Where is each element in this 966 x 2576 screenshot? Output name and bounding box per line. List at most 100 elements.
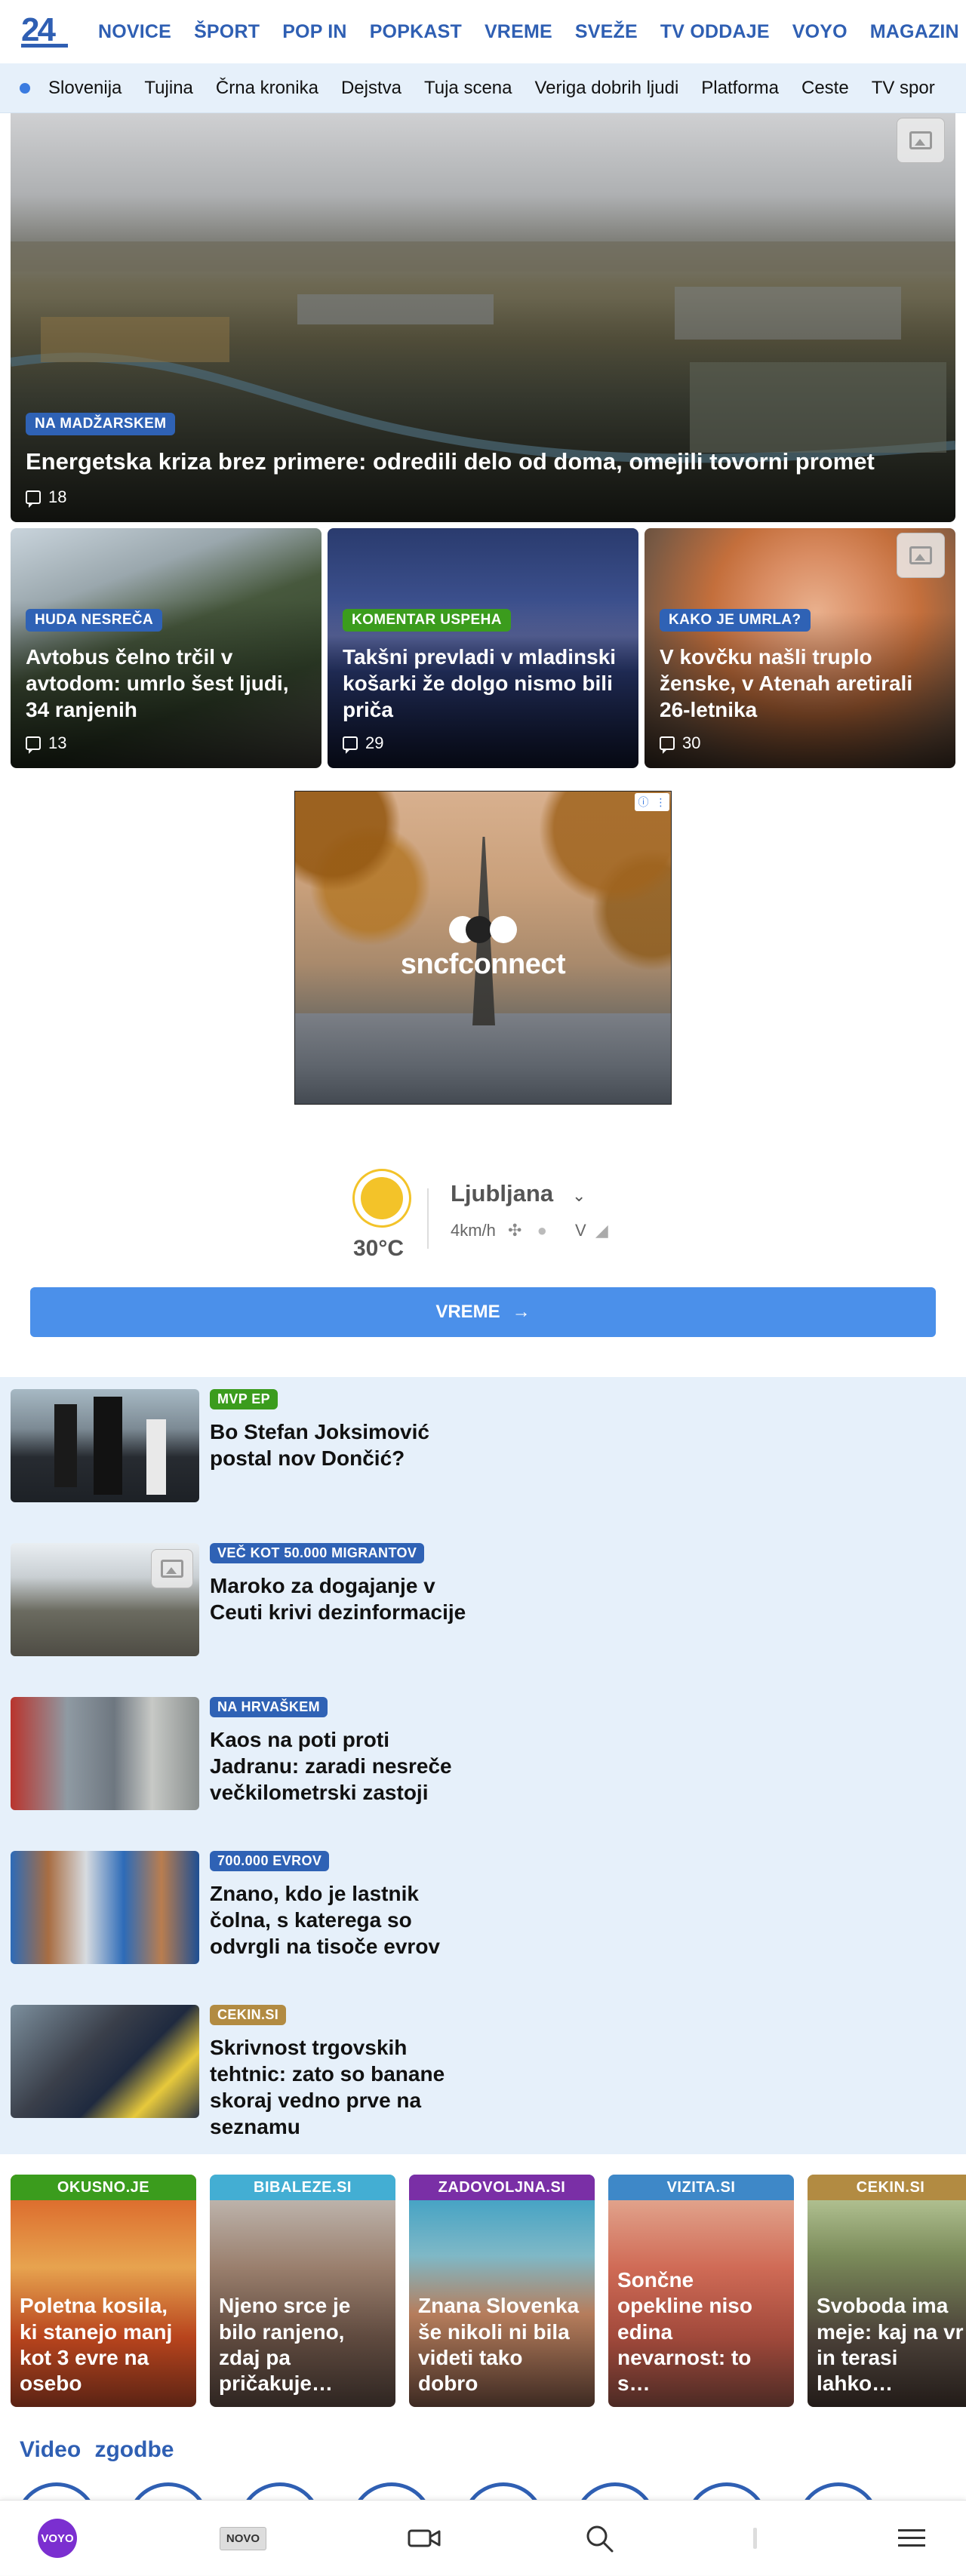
gallery-button[interactable] [897,533,945,578]
subnav-item-slovenija[interactable]: Slovenija [48,78,122,99]
article-title[interactable]: Bo Stefan Joksimović postal nov Dončić? [210,1419,481,1471]
nav-item-sport[interactable]: ŠPORT [194,21,260,43]
partner-card[interactable]: OKUSNO.JE Poletna kosila, ki stanejo man… [11,2175,196,2407]
nav-item-novice[interactable]: NOVICE [98,21,171,43]
article-tag: 700.000 EVROV [210,1851,330,1871]
article-thumbnail [11,1851,199,1964]
partner-title[interactable]: Znana Slovenka še nikoli ni bila videti … [418,2293,586,2396]
search-tab[interactable] [578,2501,620,2576]
nav-item-magazin[interactable]: MAGAZIN [870,21,959,43]
main-menu: NOVICE ŠPORT POP IN POPKAST VREME SVEŽE … [98,0,966,63]
partner-title[interactable]: Svoboda ima meje: kaj na vr in terasi la… [817,2293,964,2396]
novo-button[interactable]: NOVO [219,2526,267,2550]
article-tag: NA HRVAŠKEM [210,1697,328,1717]
article-title[interactable]: V kovčku našli truplo ženske, v Atenah a… [660,644,940,723]
subnav-item-tujina[interactable]: Tujina [144,78,192,99]
article-title[interactable]: Skrivnost trgovskih tehtnic: zato so ban… [210,2034,481,2140]
chevron-down-icon[interactable]: ⌄ [572,1186,586,1206]
article-tag: HUDA NESREČA [26,609,163,632]
partner-card[interactable]: ZADOVOLJNA.SI Znana Slovenka še nikoli n… [409,2175,595,2407]
weather-divider [427,1188,429,1249]
direction-arrow-icon: ◢ [595,1221,608,1240]
comment-icon [343,736,358,754]
menu-tab[interactable] [895,2501,928,2576]
voyo-tab[interactable]: VOYO [35,2501,80,2576]
partner-carousel[interactable]: OKUSNO.JE Poletna kosila, ki stanejo man… [0,2164,966,2413]
comment-count[interactable]: 29 [343,733,623,754]
top-navigation: 24 NOVICE ŠPORT POP IN POPKAST VREME SVE… [0,0,966,63]
comment-count[interactable]: 30 [660,733,940,754]
article-card[interactable]: KAKO JE UMRLA? V kovčku našli truplo žen… [645,528,955,768]
wind-direction-label: V [575,1221,586,1240]
ad-brand: sncfconnect [400,948,566,980]
wind-icon: ✣ [508,1221,522,1240]
search-icon [586,2525,614,2553]
subnav-item-dejstva[interactable]: Dejstva [341,78,401,99]
article-card[interactable]: KOMENTAR USPEHA Takšni prevladi v mladin… [328,528,638,768]
weather-city[interactable]: Ljubljana [451,1180,553,1207]
subnav-item-ceste[interactable]: Ceste [801,78,849,99]
partner-title[interactable]: Poletna kosila, ki stanejo manj kot 3 ev… [20,2293,187,2396]
site-logo[interactable]: 24 [20,11,69,51]
subnav-item-platforma[interactable]: Platforma [701,78,779,99]
list-item[interactable]: CEKIN.SI Skrivnost trgovskih tehtnic: za… [11,2005,494,2138]
weather-temperature: 30°C [353,1236,405,1261]
article-title[interactable]: Energetska kriza brez primere: odredili … [26,447,940,477]
partner-card[interactable]: BIBALEZE.SI Njeno srce je bilo ranjeno, … [210,2175,395,2407]
gallery-button[interactable] [897,118,945,163]
article-tag: VEČ KOT 50.000 MIGRANTOV [210,1543,425,1563]
gallery-button[interactable] [151,1549,193,1588]
article-card[interactable]: HUDA NESREČA Avtobus čelno trčil v avtod… [11,528,321,768]
partner-card[interactable]: CEKIN.SI Svoboda ima meje: kaj na vr in … [808,2175,966,2407]
partner-title[interactable]: Njeno srce je bilo ranjeno, zdaj pa prič… [219,2293,386,2396]
hero-article[interactable]: NA MADŽARSKEM Energetska kriza brez prim… [11,113,955,522]
subnav-item-tuja-scena[interactable]: Tuja scena [424,78,512,99]
vreme-button[interactable]: VREME → [30,1287,936,1337]
comment-icon [26,490,41,508]
list-item[interactable]: VEČ KOT 50.000 MIGRANTOV Maroko za dogaj… [11,1543,494,1656]
ad-info-badge[interactable]: ⓘ ⋮ [635,793,669,811]
subnav-item-veriga[interactable]: Veriga dobrih ljudi [535,78,679,99]
article-thumbnail [11,1543,199,1656]
gallery-icon [161,1560,183,1578]
list-item[interactable]: NA HRVAŠKEM Kaos na poti proti Jadranu: … [11,1697,494,1810]
arrow-right-icon: → [512,1302,531,1322]
comment-count[interactable]: 13 [26,733,306,754]
wind-speed: 4km/h [451,1221,496,1240]
nav-item-vreme[interactable]: VREME [485,21,552,43]
article-tag: MVP EP [210,1389,278,1409]
subnav-item-tv-spored[interactable]: TV spor [872,78,935,99]
novo-tab[interactable]: NOVO [213,2501,273,2576]
comment-count-value: 18 [48,487,67,506]
comment-count[interactable]: 18 [26,487,940,508]
article-title[interactable]: Maroko za dogajanje v Ceuti krivi dezinf… [210,1572,481,1625]
video-camera-icon [408,2529,441,2547]
svg-text:24: 24 [21,11,56,48]
divider-tab [747,2501,762,2576]
list-item[interactable]: 700.000 EVROV Znano, kdo je lastnik čoln… [11,1851,494,1964]
list-item[interactable]: MVP EP Bo Stefan Joksimović postal nov D… [11,1389,494,1502]
nav-item-voyo[interactable]: VOYO [792,21,848,43]
partner-card[interactable]: VIZITA.SI Sončne opekline niso edina nev… [608,2175,794,2407]
video-tab[interactable] [403,2501,445,2576]
article-title[interactable]: Kaos na poti proti Jadranu: zaradi nesre… [210,1726,481,1806]
subnav-item-crna-kronika[interactable]: Črna kronika [216,78,318,99]
nav-item-sveze[interactable]: SVEŽE [575,21,638,43]
article-thumbnail [11,1389,199,1502]
ad-river [295,1013,671,1104]
wind-direction: V ◢ [575,1221,608,1240]
more-icon: ⋮ [655,795,666,808]
nav-item-tv-oddaje[interactable]: TV ODDAJE [660,21,770,43]
article-thumbnail [11,1697,199,1810]
partner-site: OKUSNO.JE [11,2175,196,2200]
article-title[interactable]: Avtobus čelno trčil v avtodom: umrlo šes… [26,644,306,723]
advertisement[interactable]: ⓘ ⋮ sncfconnect [294,791,672,1105]
voyo-button[interactable]: VOYO [38,2519,77,2558]
nav-item-pop-in[interactable]: POP IN [282,21,347,43]
separator-icon [752,2528,757,2549]
article-title[interactable]: Takšni prevladi v mladinski košarki že d… [343,644,623,723]
nav-item-popkast[interactable]: POPKAST [370,21,462,43]
partner-title[interactable]: Sončne opekline niso edina nevarnost: to… [617,2267,785,2396]
article-title[interactable]: Znano, kdo je lastnik čolna, s katerega … [210,1880,481,1960]
gallery-icon [909,546,932,564]
